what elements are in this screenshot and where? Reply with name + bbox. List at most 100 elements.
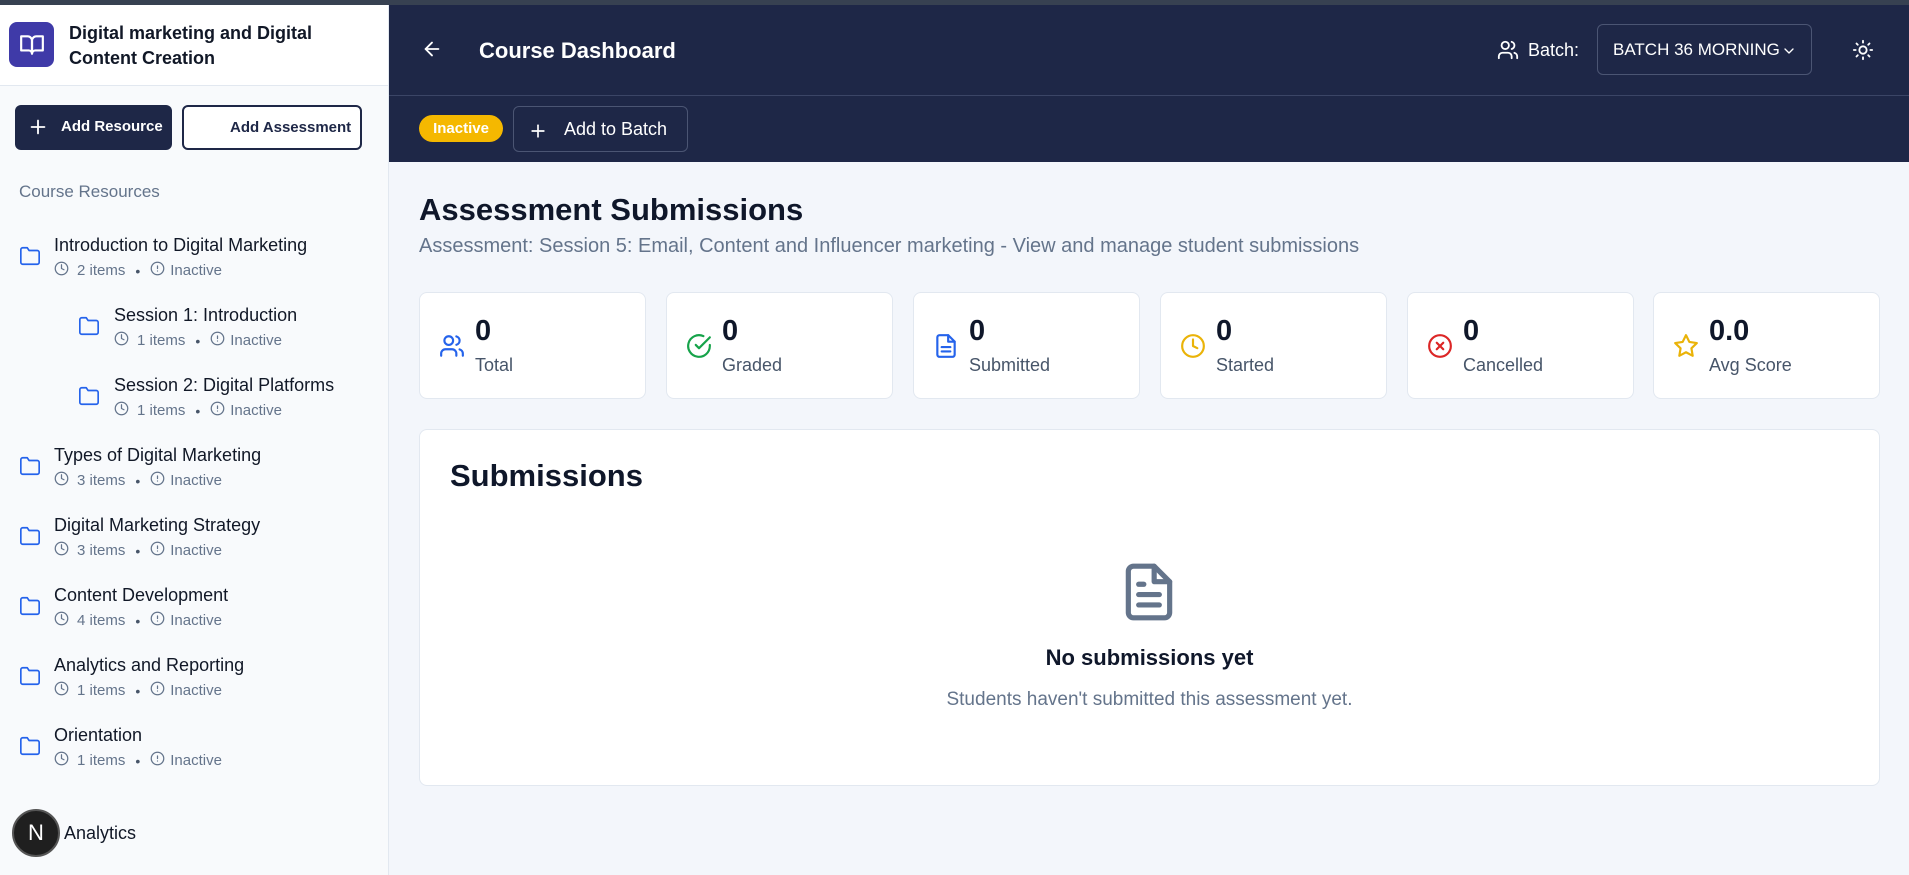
resource-status: Inactive [170,542,222,559]
resource-count: 3 items [77,542,126,559]
resource-count: 1 items [137,332,186,349]
users-icon [439,333,465,364]
resource-item[interactable]: Digital Marketing Strategy 3 items • Inacti… [0,515,388,575]
alert-circle-icon [210,401,225,420]
course-resources-heading: Course Resources [19,182,160,201]
resource-item[interactable]: Session 1: Introduction 1 items • Inactive [0,305,388,365]
add-to-batch-button[interactable]: Add to Batch [513,106,688,152]
resource-meta: 4 items • Inactive [54,611,222,630]
submissions-title: Submissions [450,458,643,493]
separator-dot: • [195,332,201,349]
folder-icon [19,245,41,272]
stat-label: Submitted [969,355,1051,375]
resource-title: Digital Marketing Strategy [54,515,261,535]
folder-icon [78,315,100,342]
resource-status: Inactive [230,332,282,349]
alert-circle-icon [210,331,225,350]
resource-title: Session 2: Digital Platforms [114,375,335,395]
star-icon [1673,333,1699,364]
stat-value: 0 [475,315,492,347]
book-open-icon[interactable] [9,22,54,67]
resource-title: Types of Digital Marketing [54,445,262,465]
sidebar: Digital marketing and Digital Content Cr… [0,0,389,875]
clock-icon [54,751,69,770]
file-text-icon [933,333,959,364]
add-resource-button[interactable]: Add Resource [15,105,172,150]
resource-meta: 3 items • Inactive [54,541,222,560]
folder-icon [19,455,41,482]
chevron-down-icon [1784,48,1794,54]
clock-icon [54,541,69,560]
stat-label: Started [1216,355,1275,375]
action-bar: Inactive Add to Batch [389,96,1909,162]
alert-circle-icon [150,751,165,770]
alert-circle-icon [150,611,165,630]
clock-icon [114,331,129,350]
users-icon [1497,39,1519,66]
resource-count: 3 items [77,472,126,489]
resource-count: 1 items [137,402,186,419]
empty-state-description: Students haven't submitted this assessme… [946,689,1353,710]
alert-circle-icon [150,541,165,560]
plus-icon [30,119,46,135]
resource-title: Session 1: Introduction [114,305,298,325]
separator-dot: • [135,682,141,699]
resource-title: Analytics and Reporting [54,655,245,675]
add-assessment-label: Add Assessment [230,119,352,136]
page-header-title: Course Dashboard [479,38,676,63]
resource-item[interactable]: Content Development 4 items • Inactive [0,585,388,645]
nextjs-badge[interactable]: N [12,809,60,857]
stat-card-started: 0 Started [1160,292,1387,399]
stat-card-graded: 0 Graded [666,292,893,399]
add-assessment-button[interactable]: Add Assessment [182,105,362,150]
top-header: Course Dashboard Batch: BATCH 36 MORNING [389,5,1909,96]
folder-icon [78,385,100,412]
batch-select-value: BATCH 36 MORNING [1613,40,1780,59]
check-circle-icon [686,333,712,364]
resource-count: 1 items [77,752,126,769]
status-badge: Inactive [419,115,503,142]
stat-label: Graded [722,355,783,375]
resource-title: Introduction to Digital Marketing [54,235,308,255]
back-arrow-icon[interactable] [421,38,443,65]
resource-item[interactable]: Orientation 1 items • Inactive [0,725,388,785]
stat-value: 0 [969,315,986,347]
resource-meta: 1 items • Inactive [114,401,282,420]
separator-dot: • [135,262,141,279]
file-text-icon [1118,561,1180,628]
resource-item[interactable]: Introduction to Digital Marketing 2 items… [0,235,388,295]
stat-label: Total [475,355,514,375]
resource-meta: 1 items • Inactive [54,681,222,700]
sun-icon[interactable] [1852,39,1874,66]
resource-item[interactable]: Types of Digital Marketing 3 items • Inacti… [0,445,388,505]
plus-icon [531,124,545,138]
batch-select[interactable]: BATCH 36 MORNING [1597,24,1812,75]
resource-count: 4 items [77,612,126,629]
resource-count: 1 items [77,682,126,699]
separator-dot: • [135,612,141,629]
resource-item[interactable]: Analytics and Reporting 1 items • Inactive [0,655,388,715]
resource-status: Inactive [170,262,222,279]
folder-icon [19,595,41,622]
alert-circle-icon [150,261,165,280]
analytics-footer[interactable]: N Analytics [12,809,372,857]
stat-card-total: 0 Total [419,292,646,399]
stat-label: Cancelled [1463,355,1544,375]
sidebar-header: Digital marketing and Digital Content Cr… [0,5,388,86]
resource-status: Inactive [170,752,222,769]
alert-circle-icon [150,681,165,700]
resource-meta: 3 items • Inactive [54,471,222,490]
separator-dot: • [135,542,141,559]
stat-card-avg-score: 0.0 Avg Score [1653,292,1880,399]
page-subtitle: Assessment: Session 5: Email, Content an… [419,235,1360,257]
window-top-border [0,0,1909,5]
resource-title: Content Development [54,585,229,605]
clock-icon [114,401,129,420]
clock-icon [54,471,69,490]
folder-icon [19,665,41,692]
resource-item[interactable]: Session 2: Digital Platforms 1 items • Inac… [0,375,388,435]
clock-icon [54,261,69,280]
folder-icon [19,525,41,552]
course-title: Digital marketing and Digital Content Cr… [69,23,313,68]
stat-value: 0 [1216,315,1233,347]
